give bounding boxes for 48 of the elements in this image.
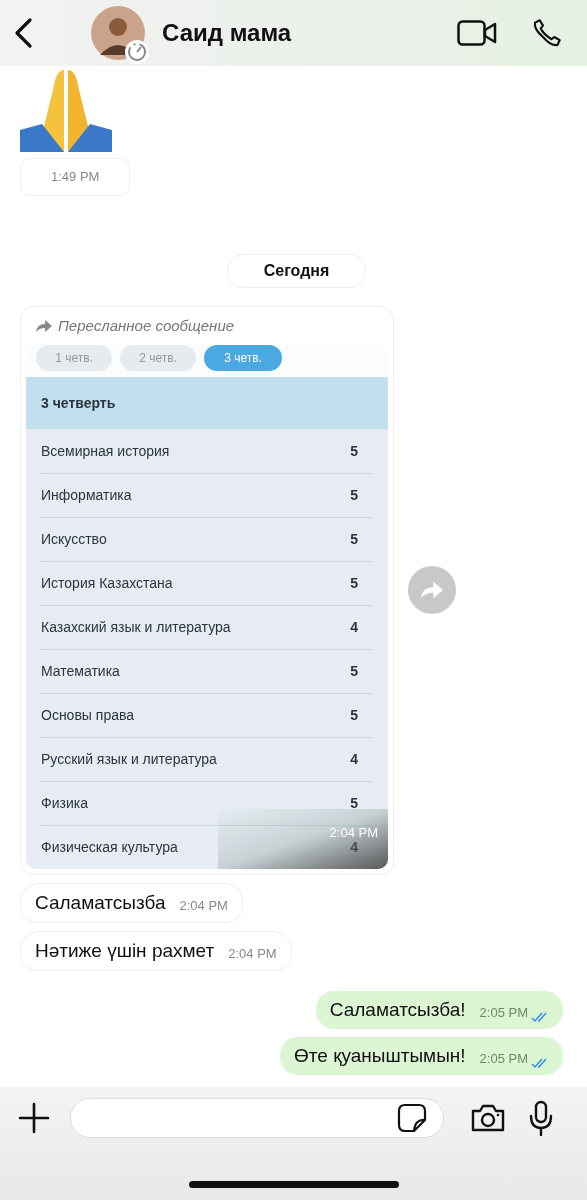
subject-name: Информатика bbox=[41, 486, 132, 505]
table-title: 3 четверть bbox=[26, 377, 388, 429]
microphone-icon[interactable] bbox=[528, 1100, 554, 1136]
grade: 5 bbox=[350, 530, 358, 549]
subject-name: Русский язык и литература bbox=[41, 750, 217, 769]
forward-icon bbox=[421, 581, 443, 600]
grade: 5 bbox=[350, 441, 358, 461]
subject-name: Математика bbox=[41, 662, 120, 681]
message-time: 2:04 PM bbox=[179, 897, 228, 915]
message-input[interactable] bbox=[70, 1098, 444, 1138]
date-label: Сегодня bbox=[226, 253, 367, 288]
sticker-icon[interactable] bbox=[397, 1103, 427, 1133]
grade: 5 bbox=[350, 574, 358, 593]
forward-icon bbox=[36, 319, 52, 332]
subject-name: Физика bbox=[41, 794, 88, 813]
subject-name: Всемирная история bbox=[41, 441, 170, 461]
message-text: Нәтиже үшін рахмет bbox=[35, 939, 215, 963]
forwarded-label: Пересланное сообщение bbox=[58, 315, 235, 336]
subject-name: Физическая культура bbox=[41, 838, 178, 857]
quarter-tab[interactable]: 3 четв. bbox=[204, 345, 282, 371]
message-time: 2:05 PM bbox=[479, 1004, 528, 1022]
grade: 5 bbox=[350, 662, 358, 681]
message-text: Өте қуаныштымын! bbox=[294, 1044, 466, 1068]
grade: 4 bbox=[350, 618, 358, 637]
grade: 5 bbox=[350, 706, 358, 725]
grade: 4 bbox=[350, 838, 358, 857]
timer-icon bbox=[124, 39, 150, 65]
message-text: Саламатсызба bbox=[35, 891, 166, 915]
camera-icon[interactable] bbox=[470, 1103, 506, 1133]
message-time: 2:04 PM bbox=[228, 945, 277, 963]
grade: 5 bbox=[350, 486, 358, 505]
grade: 5 bbox=[350, 794, 358, 813]
subject-name: Искусство bbox=[41, 530, 107, 549]
quarter-tab[interactable]: 1 четв. bbox=[36, 345, 112, 371]
plus-icon[interactable] bbox=[18, 1102, 50, 1134]
video-call-icon[interactable] bbox=[457, 20, 497, 46]
quarter-tab[interactable]: 2 четв. bbox=[120, 345, 196, 371]
phone-icon[interactable] bbox=[531, 17, 563, 49]
message-time: 2:04 PM bbox=[329, 826, 378, 839]
subject-name: История Казахстана bbox=[41, 574, 173, 593]
message-time: 1:49 PM bbox=[20, 158, 131, 196]
contact-name[interactable]: Саид мама bbox=[162, 15, 292, 51]
subject-name: Основы права bbox=[41, 706, 135, 725]
message-text: Саламатсызба! bbox=[329, 998, 466, 1022]
subject-name: Казахский язык и литература bbox=[41, 618, 231, 637]
message-time: 2:05 PM bbox=[479, 1050, 528, 1068]
grade: 4 bbox=[350, 750, 358, 769]
praying-hands-icon bbox=[20, 68, 112, 152]
